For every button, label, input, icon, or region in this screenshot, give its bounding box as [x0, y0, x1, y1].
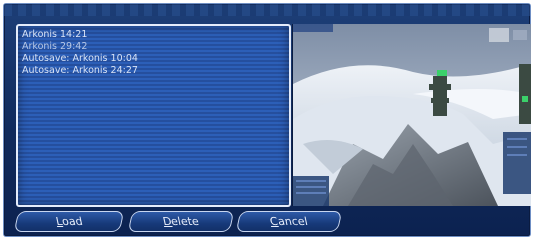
delete-button[interactable]: Delete [127, 211, 235, 232]
save-item[interactable]: Autosave: Arkonis 24:27 [18, 65, 289, 77]
load-button[interactable]: Load [13, 211, 125, 232]
dialog-top-trim [4, 4, 530, 16]
save-item[interactable]: Arkonis 29:42 [18, 41, 289, 53]
save-load-dialog: Arkonis 14:21 Arkonis 29:42 Autosave: Ar… [3, 3, 531, 237]
load-label: oad [60, 215, 84, 228]
save-game-list[interactable]: Arkonis 14:21 Arkonis 29:42 Autosave: Ar… [16, 24, 291, 207]
delete-label: elete [170, 215, 201, 228]
save-item[interactable]: Arkonis 14:21 [18, 29, 289, 41]
snowy-terrain-screenshot [293, 24, 531, 206]
save-preview-image [292, 24, 531, 206]
cancel-label: ancel [276, 215, 310, 228]
cancel-button[interactable]: Cancel [235, 211, 343, 232]
save-item[interactable]: Autosave: Arkonis 10:04 [18, 53, 289, 65]
